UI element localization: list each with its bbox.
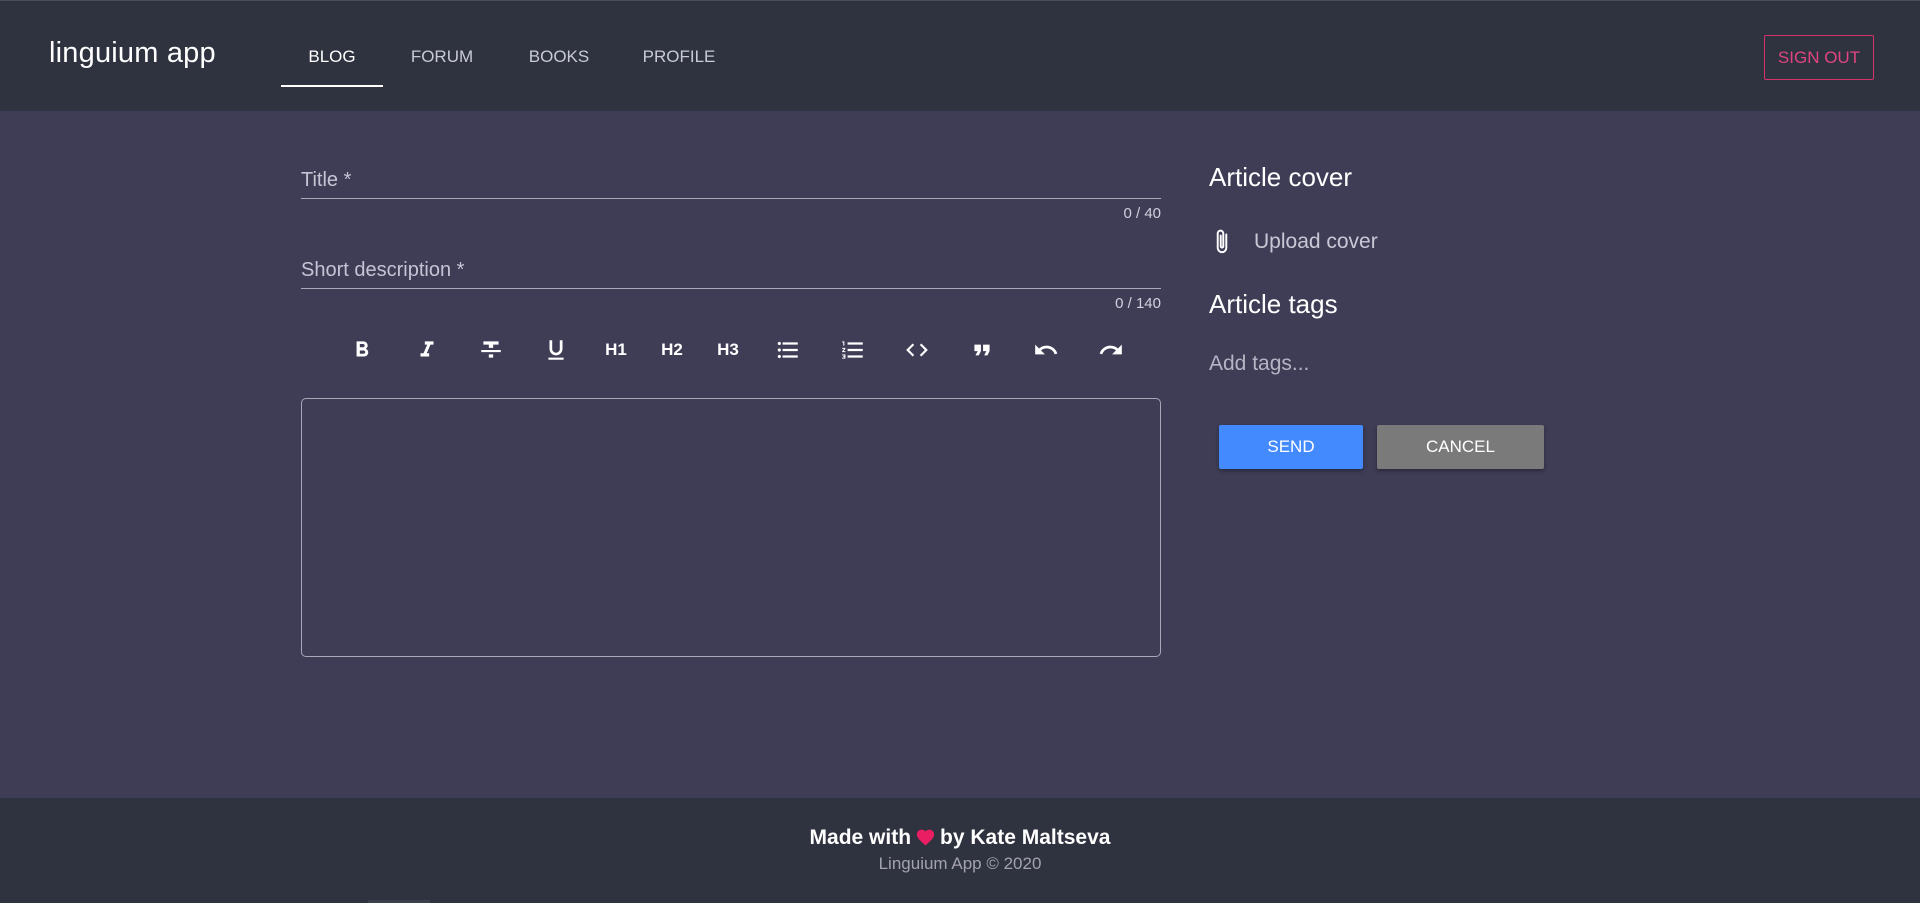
bullet-list-button[interactable] — [756, 330, 821, 370]
undo-icon — [1035, 344, 1058, 355]
paperclip-icon — [1216, 229, 1228, 254]
tab-blog[interactable]: BLOG — [281, 1, 383, 112]
upload-cover-label: Upload cover — [1254, 230, 1378, 253]
copyright-text: Linguium App © 2020 — [878, 854, 1042, 873]
italic-button[interactable] — [395, 330, 460, 370]
redo-icon — [1099, 344, 1122, 355]
upload-cover-button[interactable]: Upload cover — [1209, 222, 1378, 262]
heart-icon — [915, 827, 936, 852]
main-nav: BLOG FORUM BOOKS PROFILE — [281, 1, 741, 112]
undo-button[interactable] — [1014, 330, 1079, 370]
code-button[interactable] — [885, 330, 950, 370]
short-description-label: Short description * — [301, 259, 465, 281]
underline-button[interactable] — [524, 330, 589, 370]
send-button[interactable]: SEND — [1219, 425, 1363, 469]
underline-icon — [548, 340, 564, 360]
sign-out-button[interactable]: SIGN OUT — [1764, 35, 1874, 80]
strikethrough-icon — [481, 341, 501, 358]
ordered-list-button[interactable] — [821, 330, 886, 370]
code-icon — [906, 343, 929, 357]
article-editor[interactable] — [301, 398, 1161, 657]
brand-logo[interactable]: linguium app — [49, 37, 216, 70]
title-counter: 0 / 40 — [1123, 205, 1161, 222]
tags-input[interactable] — [1209, 349, 1569, 379]
article-tags-heading: Article tags — [1209, 289, 1338, 319]
title-underline — [301, 198, 1161, 199]
short-description-counter: 0 / 140 — [1115, 295, 1161, 312]
made-with-prefix: Made with — [809, 826, 912, 849]
heading-1-button[interactable]: H1 — [588, 330, 644, 370]
ordered-list-icon — [841, 341, 863, 359]
redo-button[interactable] — [1079, 330, 1144, 370]
editor-toolbar: H1 H2 H3 — [330, 330, 1143, 370]
italic-icon — [420, 341, 434, 357]
made-with-author: by Kate Maltseva — [940, 826, 1111, 849]
quote-button[interactable] — [950, 330, 1015, 370]
heading-2-button[interactable]: H2 — [644, 330, 700, 370]
tab-books[interactable]: BOOKS — [501, 1, 617, 112]
app-footer: Made with by Kate Maltseva Linguium App ©… — [0, 798, 1920, 903]
title-label: Title * — [301, 169, 352, 191]
made-with-credit: Made with by Kate Maltseva — [0, 826, 1920, 852]
strikethrough-button[interactable] — [459, 330, 524, 370]
title-field[interactable]: Title * 0 / 40 — [301, 165, 1161, 227]
bold-button[interactable] — [330, 330, 395, 370]
short-description-field[interactable]: Short description * 0 / 140 — [301, 255, 1161, 317]
short-description-underline — [301, 288, 1161, 289]
article-cover-heading: Article cover — [1209, 162, 1353, 192]
tab-forum[interactable]: FORUM — [383, 1, 501, 112]
heading-3-button[interactable]: H3 — [700, 330, 756, 370]
quote-icon — [974, 344, 990, 356]
tab-profile[interactable]: PROFILE — [617, 1, 741, 112]
cancel-button[interactable]: CANCEL — [1377, 425, 1544, 469]
bold-icon — [356, 341, 369, 357]
app-header: linguium app BLOG FORUM BOOKS PROFILE SI… — [0, 0, 1920, 111]
bullet-list-icon — [777, 341, 798, 359]
